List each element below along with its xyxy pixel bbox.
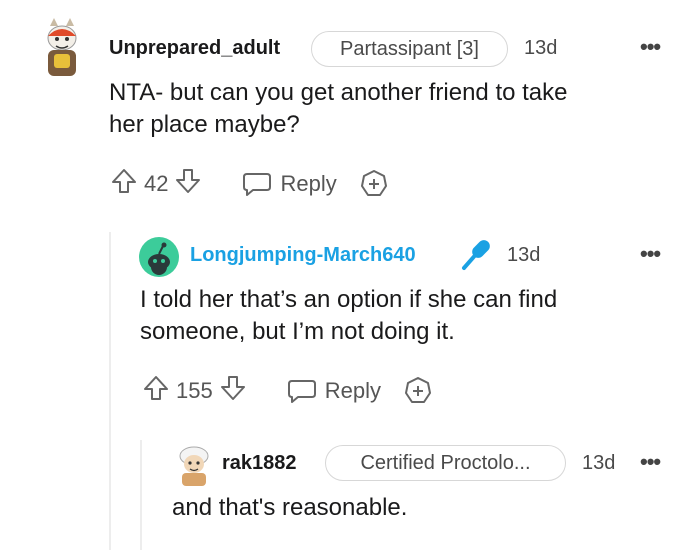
upvote-arrow-icon: [112, 169, 136, 193]
comment-actions: 155 Reply: [142, 375, 433, 407]
downvote-arrow-icon: [220, 376, 245, 400]
comment-actions: 42 Reply: [110, 168, 389, 200]
user-avatar[interactable]: [38, 18, 86, 78]
comment-text-line: I told her that’s an option if she can f…: [140, 286, 558, 313]
username[interactable]: Unprepared_adult: [109, 37, 280, 60]
username[interactable]: Longjumping-March640: [190, 244, 416, 267]
more-options-button[interactable]: •••: [640, 36, 661, 58]
user-flair: Partassipant [3]: [311, 31, 508, 67]
reply-label: Reply: [324, 378, 381, 403]
downvote-button[interactable]: [174, 167, 202, 201]
op-badge: [458, 236, 494, 277]
award-plus-icon: [360, 170, 387, 196]
timestamp[interactable]: 13d: [524, 37, 557, 60]
more-options-button[interactable]: •••: [640, 451, 661, 473]
comment-body: I told her that’s an option if she can f…: [140, 284, 557, 348]
username[interactable]: rak1882: [222, 452, 297, 475]
microphone-icon: [462, 240, 490, 270]
thread-line[interactable]: [109, 232, 111, 550]
vote-count: 155: [176, 378, 213, 403]
downvote-arrow-icon: [176, 169, 201, 193]
comment-text-line: and that's reasonable.: [172, 494, 408, 521]
comment-text-line: her place maybe?: [109, 111, 300, 138]
reply-button[interactable]: Reply: [287, 377, 381, 405]
comment-body: and that's reasonable.: [172, 492, 407, 524]
speech-bubble-icon: [287, 380, 316, 403]
upvote-button[interactable]: [110, 167, 138, 201]
cartoon-avatar-icon: [47, 18, 77, 76]
vote-count: 42: [144, 171, 169, 196]
award-plus-icon: [404, 377, 431, 403]
user-avatar[interactable]: [139, 237, 179, 277]
upvote-button[interactable]: [142, 374, 170, 408]
timestamp[interactable]: 13d: [507, 244, 540, 267]
timestamp[interactable]: 13d: [582, 452, 615, 475]
comment-text-line: NTA- but can you get another friend to t…: [109, 79, 568, 106]
speech-bubble-icon: [243, 173, 272, 196]
user-flair: Certified Proctolo...: [325, 445, 566, 481]
award-button[interactable]: [403, 376, 433, 406]
award-button[interactable]: [359, 169, 389, 199]
cartoon-avatar-icon: [179, 446, 209, 486]
comment-text-line: someone, but I’m not doing it.: [140, 318, 455, 345]
comment-body: NTA- but can you get another friend to t…: [109, 77, 567, 141]
reply-label: Reply: [280, 171, 337, 196]
thread-line[interactable]: [140, 440, 142, 550]
downvote-button[interactable]: [219, 374, 247, 408]
user-avatar[interactable]: [174, 444, 214, 486]
more-options-button[interactable]: •••: [640, 243, 661, 265]
reply-button[interactable]: Reply: [242, 170, 337, 198]
upvote-arrow-icon: [144, 376, 168, 400]
snoo-avatar-icon: [148, 242, 170, 275]
